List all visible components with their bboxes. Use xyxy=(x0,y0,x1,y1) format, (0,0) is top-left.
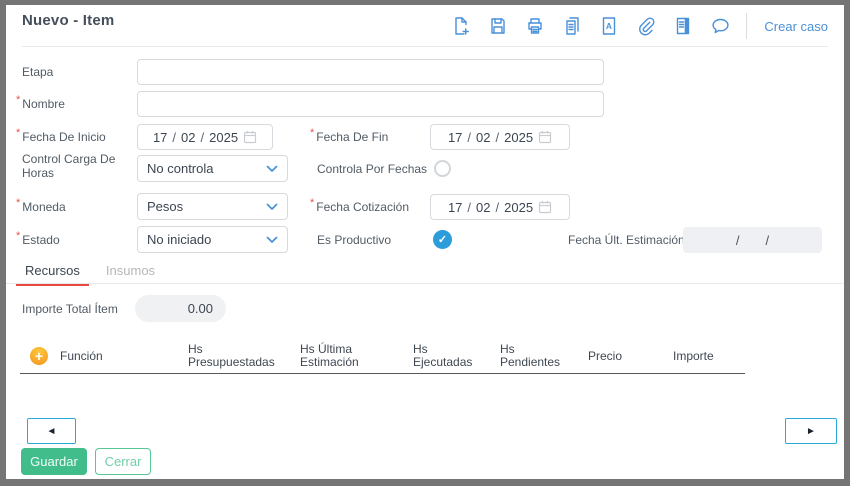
log-button[interactable] xyxy=(671,14,695,38)
fecha-inicio-label: * Fecha De Inicio xyxy=(16,127,106,144)
col-header-hs-pendientes: Hs Pendientes xyxy=(500,342,561,369)
col-header-importe: Importe xyxy=(673,348,714,363)
es-productivo-label: Es Productivo xyxy=(317,232,392,247)
comment-icon xyxy=(712,18,730,34)
estado-select[interactable]: No iniciado xyxy=(137,226,288,253)
es-productivo-toggle[interactable]: ✓ xyxy=(433,230,452,249)
fecha-cotizacion-input[interactable]: 17/ 02/ 2025 xyxy=(430,194,570,220)
required-asterisk: * xyxy=(310,196,315,209)
export-document-button[interactable]: A xyxy=(597,14,621,38)
copy-button[interactable] xyxy=(560,14,584,38)
page-title: Nuevo - Item xyxy=(22,12,115,29)
chevron-down-icon xyxy=(266,236,278,243)
plus-icon: + xyxy=(34,348,44,364)
book-icon xyxy=(677,17,690,35)
nombre-label: * Nombre xyxy=(16,94,65,111)
arrow-left-icon: ◄ xyxy=(46,425,57,437)
control-carga-label: Control Carga De Horas xyxy=(22,152,116,180)
col-header-hs-presupuestadas: Hs Presupuestadas xyxy=(188,342,275,369)
save-button[interactable] xyxy=(486,14,510,38)
header-divider xyxy=(22,46,828,47)
next-item-button[interactable]: ► xyxy=(785,418,837,444)
col-header-hs-ultima-estimacion: Hs Última Estimación xyxy=(300,342,359,369)
attach-button[interactable] xyxy=(634,14,658,38)
svg-text:A: A xyxy=(606,21,612,31)
required-asterisk: * xyxy=(16,196,21,209)
attachment-icon xyxy=(639,17,655,36)
check-icon: ✓ xyxy=(437,234,448,246)
text-document-icon: A xyxy=(603,17,616,35)
controla-por-fechas-label: Controla Por Fechas xyxy=(317,161,428,176)
required-asterisk: * xyxy=(16,94,21,106)
tabs-divider xyxy=(6,283,844,284)
chevron-down-icon xyxy=(266,203,278,210)
nombre-input[interactable] xyxy=(137,91,604,117)
calendar-icon xyxy=(243,131,257,144)
toolbar: A Crear caso xyxy=(449,13,832,39)
tab-insumos[interactable]: Insumos xyxy=(97,257,164,286)
etapa-label: Etapa xyxy=(22,65,54,79)
required-asterisk: * xyxy=(16,127,21,139)
cerrar-button[interactable]: Cerrar xyxy=(95,448,151,475)
save-icon xyxy=(491,18,506,34)
tab-recursos[interactable]: Recursos xyxy=(16,257,89,286)
fecha-ult-estimacion-field: / / xyxy=(683,227,822,253)
calendar-icon xyxy=(538,131,552,144)
toolbar-divider xyxy=(746,13,748,39)
col-header-precio: Precio xyxy=(588,348,623,363)
chevron-down-icon xyxy=(266,165,278,172)
add-row-button[interactable]: + xyxy=(30,347,48,365)
table-header-underline xyxy=(20,373,745,374)
tab-bar: Recursos Insumos xyxy=(16,257,164,286)
importe-total-value: 0.00 xyxy=(135,295,226,322)
comment-button[interactable] xyxy=(708,14,733,38)
copy-icon xyxy=(566,17,580,35)
control-carga-select[interactable]: No controla xyxy=(137,155,288,182)
required-asterisk: * xyxy=(310,127,315,139)
moneda-select[interactable]: Pesos xyxy=(137,193,288,220)
print-icon xyxy=(528,18,543,34)
modal-window: Nuevo - Item A Crear caso Etapa * Nombre… xyxy=(6,5,844,479)
moneda-label: * Moneda xyxy=(16,196,66,214)
fecha-inicio-input[interactable]: 17/ 02/ 2025 xyxy=(137,124,273,150)
new-document-icon xyxy=(455,17,470,35)
required-asterisk: * xyxy=(16,229,21,242)
print-button[interactable] xyxy=(523,14,547,38)
importe-total-label: Importe Total Ítem xyxy=(22,301,118,316)
col-header-hs-ejecutadas: Hs Ejecutadas xyxy=(413,342,473,369)
calendar-icon xyxy=(538,201,552,214)
fecha-fin-input[interactable]: 17/ 02/ 2025 xyxy=(430,124,570,150)
fecha-fin-label: * Fecha De Fin xyxy=(310,127,389,144)
crear-caso-link[interactable]: Crear caso xyxy=(760,17,832,36)
arrow-right-icon: ► xyxy=(806,425,816,437)
col-header-funcion: Función xyxy=(60,348,103,363)
guardar-button[interactable]: Guardar xyxy=(21,448,87,475)
etapa-input[interactable] xyxy=(137,59,604,85)
fecha-cotizacion-label: * Fecha Cotización xyxy=(310,196,409,214)
estado-label: * Estado xyxy=(16,229,60,247)
controla-por-fechas-toggle[interactable] xyxy=(434,160,451,177)
new-item-button[interactable] xyxy=(449,14,473,38)
prev-item-button[interactable]: ◄ xyxy=(27,418,76,444)
fecha-ult-estimacion-label: Fecha Últ. Estimación xyxy=(568,232,685,247)
